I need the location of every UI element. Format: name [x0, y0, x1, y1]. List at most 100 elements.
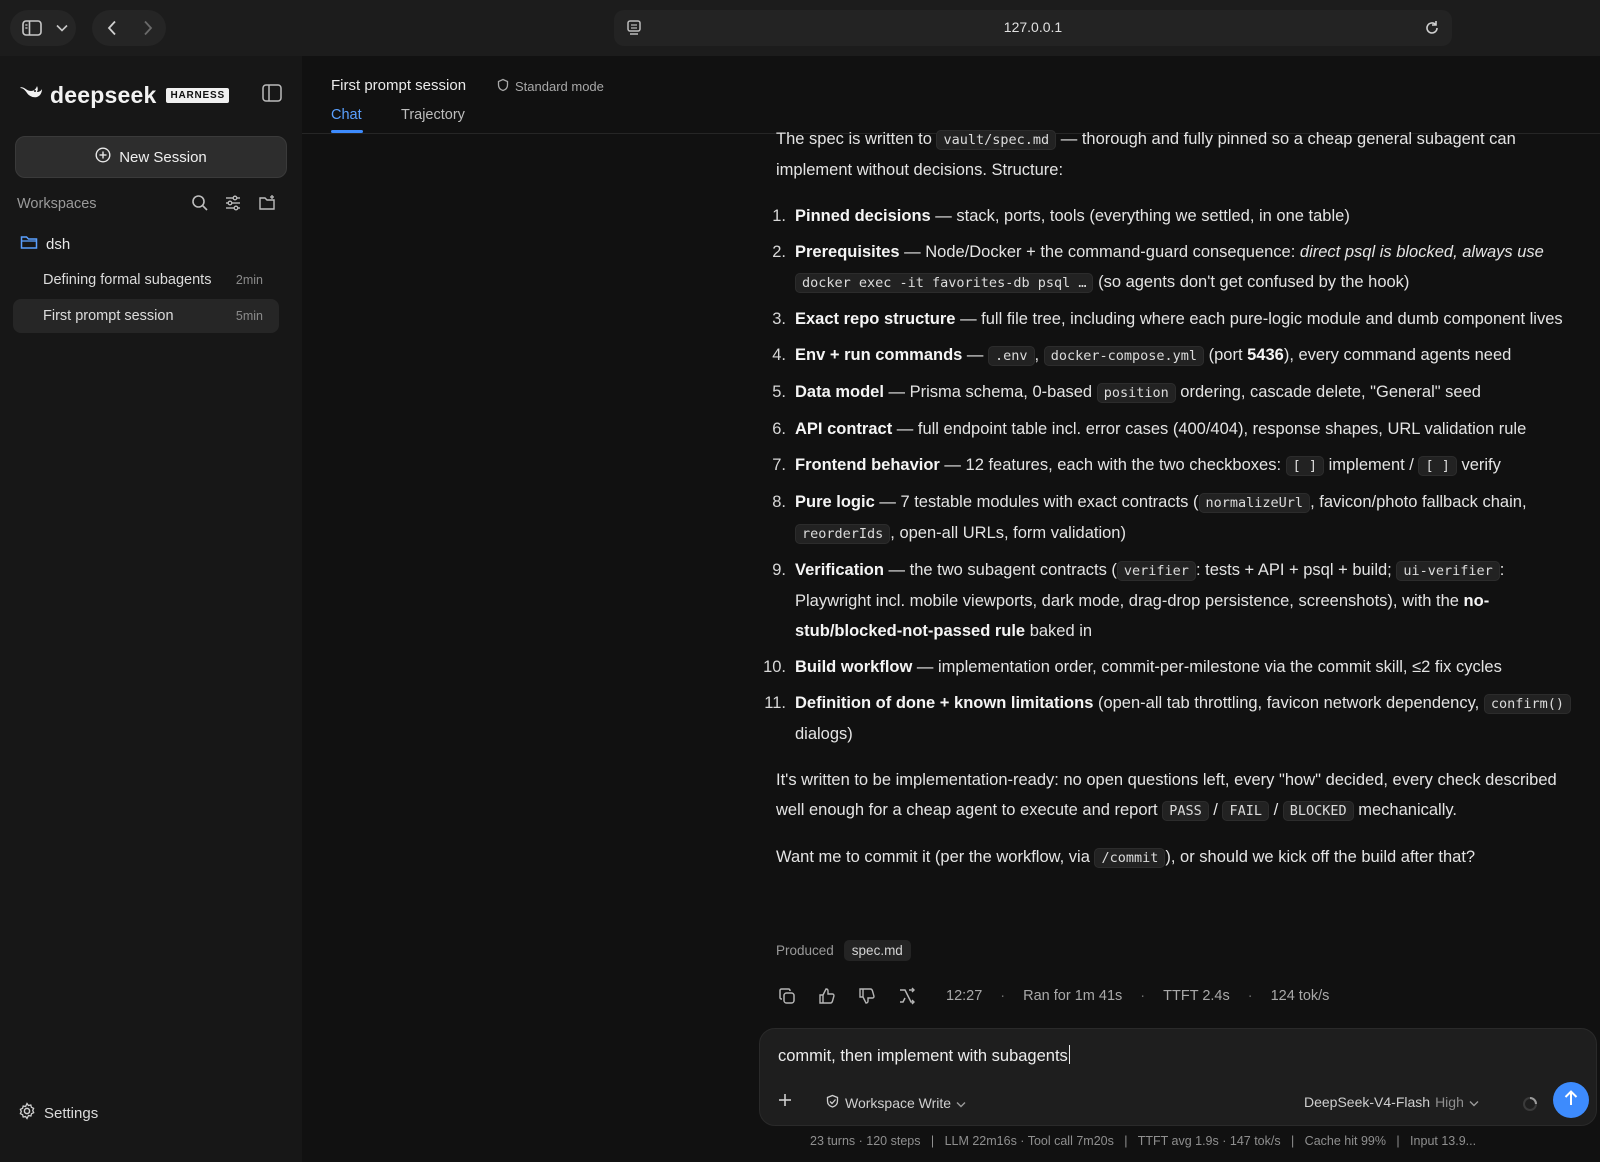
session-item-active[interactable]: First prompt session 5min	[13, 299, 279, 333]
inline-code: docker exec -it favorites-db psql …	[795, 273, 1094, 293]
new-session-label: New Session	[119, 148, 207, 166]
back-icon[interactable]	[98, 10, 126, 46]
forward-icon[interactable]	[134, 10, 162, 46]
inline-code: /commit	[1094, 848, 1166, 868]
inline-code: BLOCKED	[1282, 801, 1354, 821]
new-folder-icon[interactable]	[258, 194, 278, 214]
separator: ·	[1000, 988, 1006, 1004]
plus-circle-icon	[95, 147, 111, 167]
logo-wordmark: deepseek	[50, 82, 157, 108]
active-tab-indicator	[331, 130, 363, 133]
send-button[interactable]	[1553, 1082, 1589, 1118]
produced-label: Produced	[776, 943, 834, 958]
separator: ·	[1140, 988, 1146, 1004]
copy-icon[interactable]	[776, 985, 798, 1007]
main-header: First prompt session Standard mode Chat …	[302, 56, 1600, 134]
inline-code: ui-verifier	[1396, 561, 1500, 581]
harness-badge: HARNESS	[166, 88, 229, 103]
list-item: 5. Data model — Prisma schema, 0-based po…	[772, 383, 1481, 403]
address-bar[interactable]: 127.0.0.1	[614, 10, 1452, 46]
list-item: 7. Frontend behavior — 12 features, each …	[772, 456, 1501, 476]
list-item: 1. Pinned decisions — stack, ports, tools…	[772, 207, 1350, 225]
model-select[interactable]: DeepSeek-V4-Flash High	[1304, 1094, 1479, 1110]
separator: ·	[1247, 988, 1253, 1004]
session-name: First prompt session	[43, 308, 174, 324]
shield-icon	[825, 1094, 840, 1112]
thumbs-up-icon[interactable]	[816, 985, 838, 1007]
produced-file-chip[interactable]: spec.md	[843, 940, 911, 961]
browser-toolbar: 127.0.0.1	[0, 0, 1600, 56]
composer: commit, then implement with subagents Wo…	[759, 1028, 1597, 1126]
permission-mode-select[interactable]: Workspace Write	[825, 1094, 966, 1112]
model-name: DeepSeek-V4-Flash	[1304, 1094, 1431, 1110]
gear-icon	[18, 1102, 36, 1124]
list-item: 3. Exact repo structure — full file tree,…	[772, 310, 1563, 328]
mode-icon	[496, 78, 510, 95]
message-time: 12:27	[946, 988, 983, 1004]
workspace-folder[interactable]: dsh	[20, 234, 70, 254]
tab-trajectory[interactable]: Trajectory	[401, 107, 465, 123]
list-item: 4. Env + run commands — .env, docker-comp…	[772, 346, 1512, 366]
list-item: 11. Definition of done + known limitation…	[764, 688, 1576, 749]
message-ready: It's written to be implementation-ready:…	[776, 771, 1557, 821]
list-item: 8. Pure logic — 7 testable modules with e…	[772, 493, 1527, 544]
folder-icon	[20, 234, 38, 254]
inline-code: [ ]	[1285, 456, 1325, 476]
session-item[interactable]: Defining formal subagents 2min	[13, 263, 279, 297]
list-item: 9. Verification — the two subagent contra…	[772, 561, 1505, 640]
inline-code: position	[1096, 383, 1176, 403]
permission-mode-label: Workspace Write	[845, 1095, 952, 1111]
inline-code: PASS	[1162, 801, 1209, 821]
thumbs-down-icon[interactable]	[856, 985, 878, 1007]
message-intro: The spec is written to vault/spec.md — t…	[776, 130, 1516, 179]
inline-code: [ ]	[1418, 456, 1457, 476]
run-duration: Ran for 1m 41s	[1023, 988, 1123, 1004]
produced-row: Produced spec.md	[776, 940, 911, 961]
spinner-icon	[1522, 1096, 1538, 1112]
tab-chat[interactable]: Chat	[331, 107, 362, 123]
session-stats: 23 turns · 120 steps | LLM 22m16s · Tool…	[810, 1134, 1477, 1148]
mode-label: Standard mode	[515, 79, 604, 94]
inline-code: vault/spec.md	[936, 130, 1057, 150]
url-text: 127.0.0.1	[1003, 19, 1063, 35]
session-time: 5min	[235, 309, 263, 323]
folder-name: dsh	[46, 235, 71, 253]
composer-input[interactable]: commit, then implement with subagents	[778, 1045, 1071, 1066]
message-actions: 12:27 · Ran for 1m 41s · TTFT 2.4s · 124…	[776, 984, 1329, 1008]
token-rate: 124 tok/s	[1270, 988, 1330, 1004]
chevron-down-icon	[956, 1095, 966, 1111]
inline-code: normalizeUrl	[1198, 493, 1311, 513]
text-caret	[1068, 1045, 1071, 1064]
inline-code: .env	[988, 346, 1035, 366]
structure-list: 1. Pinned decisions — stack, ports, tools…	[763, 201, 1576, 749]
inline-code: reorderIds	[795, 524, 891, 544]
collapse-sidebar-icon[interactable]	[262, 84, 284, 104]
settings-label: Settings	[44, 1104, 99, 1122]
inline-code: confirm()	[1483, 694, 1571, 714]
arrow-up-icon	[1563, 1089, 1579, 1112]
plus-icon[interactable]	[774, 1091, 796, 1113]
session-time: 2min	[235, 273, 263, 287]
page-title: First prompt session	[331, 77, 467, 94]
filter-icon[interactable]	[224, 194, 244, 214]
inline-code: FAIL	[1222, 801, 1269, 821]
reload-icon[interactable]	[1422, 18, 1442, 38]
logo: deepseek HARNESS	[18, 82, 229, 109]
assistant-message: The spec is written to vault/spec.md — t…	[763, 124, 1576, 889]
settings-button[interactable]: Settings	[18, 1102, 98, 1124]
mode-indicator[interactable]: Standard mode	[496, 78, 604, 95]
workspaces-title: Workspaces	[17, 196, 97, 212]
message-question: Want me to commit it (per the workflow, …	[776, 848, 1476, 868]
reasoning-level: High	[1435, 1094, 1464, 1110]
sidebar-toggle-icon[interactable]	[18, 10, 46, 46]
session-name: Defining formal subagents	[43, 272, 212, 288]
deepseek-whale-icon	[18, 83, 44, 108]
chevron-down-icon[interactable]	[52, 10, 72, 46]
list-item: 10. Build workflow — implementation order…	[763, 658, 1502, 676]
new-session-button[interactable]: New Session	[15, 136, 287, 178]
branch-icon[interactable]	[896, 985, 918, 1007]
search-icon[interactable]	[191, 194, 211, 214]
list-item: 6. API contract — full endpoint table inc…	[772, 420, 1527, 438]
sidebar: deepseek HARNESS New Session Workspaces …	[0, 56, 302, 1162]
workspaces-header: Workspaces	[17, 194, 287, 214]
